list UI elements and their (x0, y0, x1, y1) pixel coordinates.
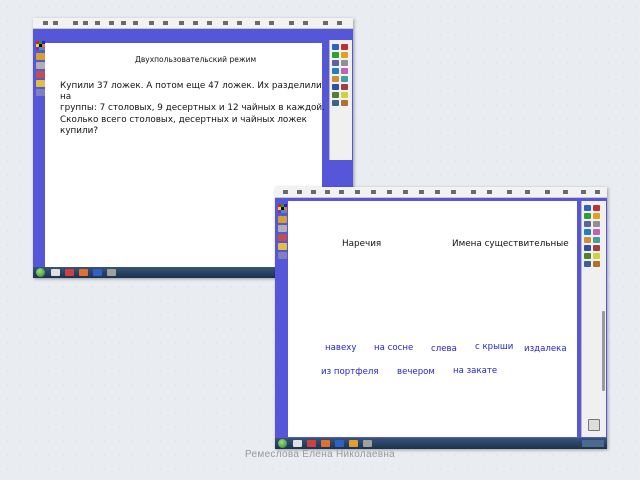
taskbar-app-icon[interactable] (51, 269, 60, 276)
draggable-word[interactable]: на сосне (374, 343, 413, 353)
taskbar[interactable] (275, 438, 607, 449)
column-heading-nouns: Имена существительные (452, 239, 569, 249)
right-tool-sidebar[interactable] (581, 201, 606, 437)
draggable-word[interactable]: слева (431, 344, 457, 354)
color-palette[interactable] (278, 204, 287, 213)
taskbar-app-icon[interactable] (363, 440, 372, 447)
author-caption: Ремеслова Елена Николаевна (245, 449, 395, 460)
start-button[interactable] (278, 439, 287, 448)
column-heading-adverbs: Наречия (342, 239, 382, 249)
taskbar-app-icon[interactable] (65, 269, 74, 276)
taskbar-app-icon[interactable] (349, 440, 358, 447)
problem-line: купили? (60, 125, 98, 136)
whiteboard-screenshot-2: Наречия Имена существительные навеху на … (275, 187, 607, 449)
word-problem: Купили 37 ложек. А потом еще 47 ложек. И… (60, 81, 332, 137)
taskbar-app-icon[interactable] (293, 440, 302, 447)
draggable-word[interactable]: навеху (325, 343, 356, 353)
scrollbar[interactable] (602, 311, 605, 391)
draggable-word[interactable]: с крыши (475, 342, 513, 352)
taskbar-app-icon[interactable] (335, 440, 344, 447)
taskbar-app-icon[interactable] (321, 440, 330, 447)
problem-line: Купили 37 ложек. А потом еще 47 ложек. И… (60, 81, 322, 103)
tray-clock (582, 440, 604, 447)
problem-line: Сколько всего столовых, десертных и чайн… (60, 114, 307, 125)
right-tool-sidebar[interactable] (329, 40, 352, 160)
mode-title: Двухпользовательский режим (135, 55, 257, 64)
draggable-word[interactable]: издалека (524, 344, 567, 354)
trash-icon[interactable] (588, 419, 600, 431)
taskbar-app-icon[interactable] (107, 269, 116, 276)
draggable-word[interactable]: из портфеля (321, 367, 379, 377)
draggable-word[interactable]: вечером (397, 367, 435, 377)
draggable-word[interactable]: на закате (453, 366, 497, 376)
problem-line: группы: 7 столовых, 9 десертных и 12 чай… (60, 103, 325, 114)
top-toolbar[interactable] (33, 18, 353, 29)
start-button[interactable] (36, 268, 45, 277)
whiteboard-canvas[interactable]: Наречия Имена существительные навеху на … (288, 201, 577, 437)
taskbar-app-icon[interactable] (93, 269, 102, 276)
top-toolbar[interactable] (275, 187, 607, 198)
color-palette[interactable] (36, 41, 45, 50)
taskbar-app-icon[interactable] (307, 440, 316, 447)
taskbar-app-icon[interactable] (79, 269, 88, 276)
